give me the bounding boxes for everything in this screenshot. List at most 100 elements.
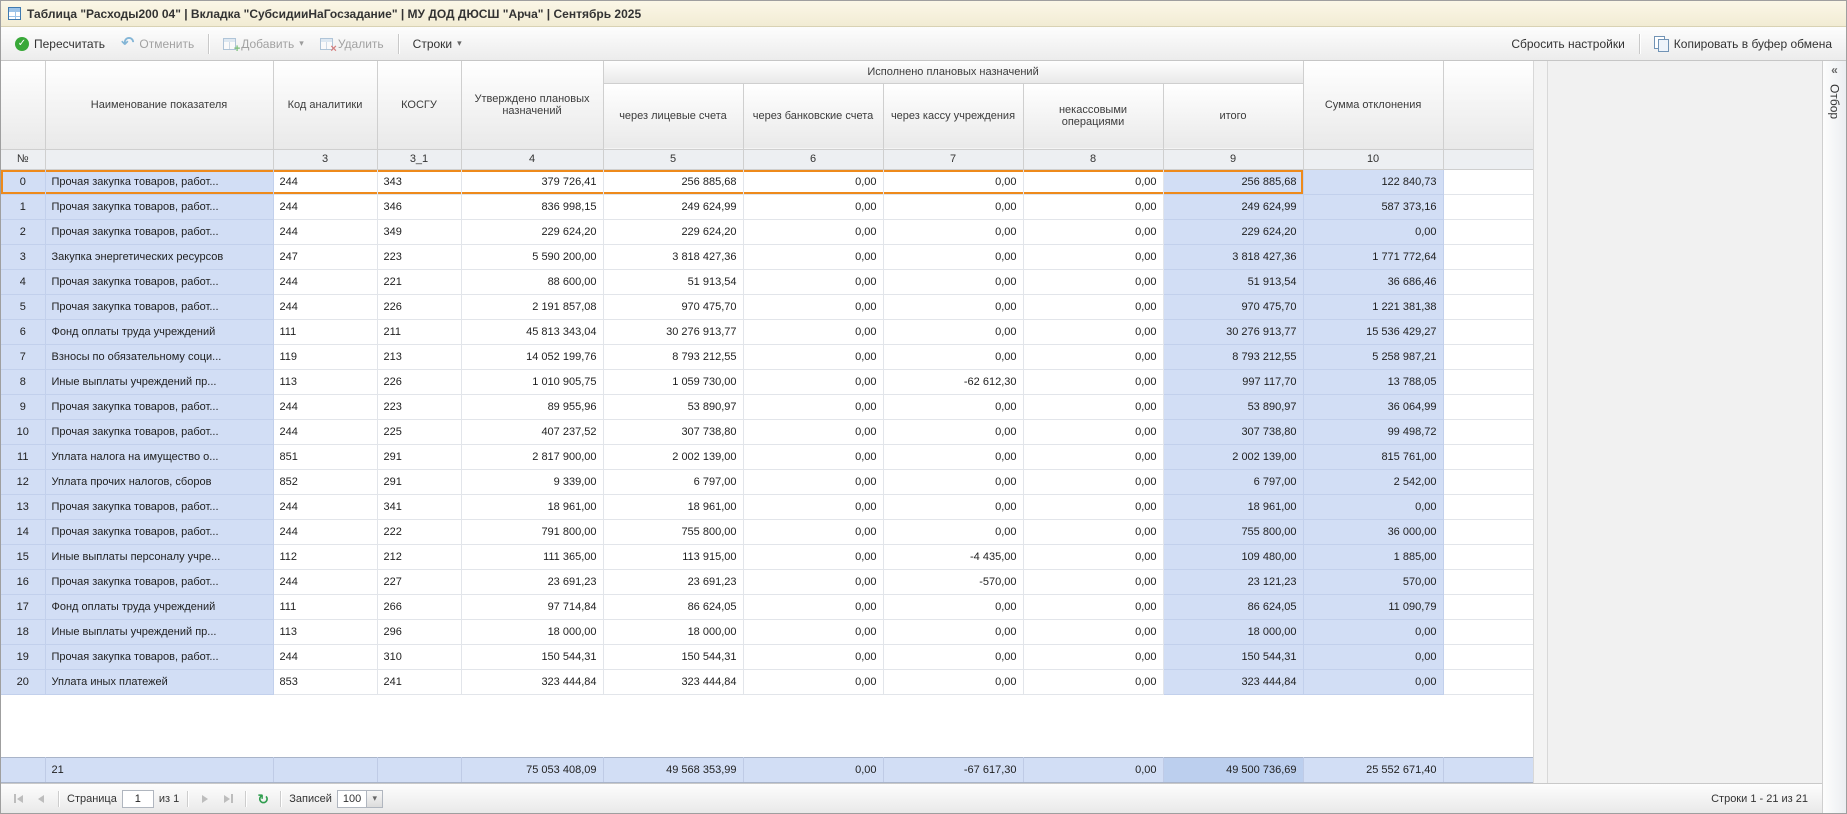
cell-analytics-code[interactable]: 111: [273, 320, 377, 345]
cell-non-cash[interactable]: 0,00: [1023, 620, 1163, 645]
cell-approved[interactable]: 23 691,23: [461, 570, 603, 595]
cell-kosgu[interactable]: 341: [377, 495, 461, 520]
table-row[interactable]: 11Уплата налога на имущество о...8512912…: [1, 445, 1533, 470]
cell-cash-office[interactable]: 0,00: [883, 245, 1023, 270]
cell-kosgu[interactable]: 212: [377, 545, 461, 570]
cell-non-cash[interactable]: 0,00: [1023, 545, 1163, 570]
cell-deviation[interactable]: 36 000,00: [1303, 520, 1443, 545]
cell-bank-accounts[interactable]: 0,00: [743, 295, 883, 320]
cell-analytics-code[interactable]: 244: [273, 270, 377, 295]
cell-personal-accounts[interactable]: 229 624,20: [603, 220, 743, 245]
cell-non-cash[interactable]: 0,00: [1023, 570, 1163, 595]
cell-non-cash[interactable]: 0,00: [1023, 245, 1163, 270]
cell-name[interactable]: Уплата налога на имущество о...: [45, 445, 273, 470]
cell-non-cash[interactable]: 0,00: [1023, 170, 1163, 195]
cell-deviation[interactable]: 0,00: [1303, 220, 1443, 245]
cell-rownum[interactable]: 15: [1, 545, 45, 570]
cell-deviation[interactable]: 0,00: [1303, 620, 1443, 645]
cell-name[interactable]: Фонд оплаты труда учреждений: [45, 595, 273, 620]
cell-approved[interactable]: 2 191 857,08: [461, 295, 603, 320]
cell-bank-accounts[interactable]: 0,00: [743, 220, 883, 245]
cell-name[interactable]: Уплата прочих налогов, сборов: [45, 470, 273, 495]
cell-name[interactable]: Прочая закупка товаров, работ...: [45, 295, 273, 320]
cell-approved[interactable]: 1 010 905,75: [461, 370, 603, 395]
table-row[interactable]: 7Взносы по обязательному соци...11921314…: [1, 345, 1533, 370]
cell-rownum[interactable]: 11: [1, 445, 45, 470]
cell-analytics-code[interactable]: 244: [273, 520, 377, 545]
table-row[interactable]: 18Иные выплаты учреждений пр...11329618 …: [1, 620, 1533, 645]
cell-approved[interactable]: 323 444,84: [461, 670, 603, 695]
cell-name[interactable]: Иные выплаты учреждений пр...: [45, 370, 273, 395]
cell-kosgu[interactable]: 343: [377, 170, 461, 195]
cell-total[interactable]: 30 276 913,77: [1163, 320, 1303, 345]
cell-approved[interactable]: 5 590 200,00: [461, 245, 603, 270]
table-row[interactable]: 6Фонд оплаты труда учреждений11121145 81…: [1, 320, 1533, 345]
rows-menu-button[interactable]: Строки: [406, 33, 469, 55]
cell-bank-accounts[interactable]: 0,00: [743, 545, 883, 570]
cell-approved[interactable]: 2 817 900,00: [461, 445, 603, 470]
cell-bank-accounts[interactable]: 0,00: [743, 445, 883, 470]
cell-bank-accounts[interactable]: 0,00: [743, 195, 883, 220]
cell-bank-accounts[interactable]: 0,00: [743, 370, 883, 395]
cell-approved[interactable]: 407 237,52: [461, 420, 603, 445]
cell-deviation[interactable]: 0,00: [1303, 645, 1443, 670]
cell-personal-accounts[interactable]: 6 797,00: [603, 470, 743, 495]
cell-approved[interactable]: 111 365,00: [461, 545, 603, 570]
cell-deviation[interactable]: 5 258 987,21: [1303, 345, 1443, 370]
cell-bank-accounts[interactable]: 0,00: [743, 570, 883, 595]
cell-approved[interactable]: 45 813 343,04: [461, 320, 603, 345]
cell-analytics-code[interactable]: 244: [273, 645, 377, 670]
next-page-button[interactable]: [196, 790, 214, 808]
cell-total[interactable]: 51 913,54: [1163, 270, 1303, 295]
cell-rownum[interactable]: 13: [1, 495, 45, 520]
table-row[interactable]: 0Прочая закупка товаров, работ...2443433…: [1, 170, 1533, 195]
cell-rownum[interactable]: 8: [1, 370, 45, 395]
cell-total[interactable]: 150 544,31: [1163, 645, 1303, 670]
cell-non-cash[interactable]: 0,00: [1023, 220, 1163, 245]
cell-deviation[interactable]: 122 840,73: [1303, 170, 1443, 195]
cell-bank-accounts[interactable]: 0,00: [743, 395, 883, 420]
cell-bank-accounts[interactable]: 0,00: [743, 495, 883, 520]
cell-kosgu[interactable]: 291: [377, 445, 461, 470]
recalculate-button[interactable]: Пересчитать: [8, 33, 112, 55]
cell-rownum[interactable]: 0: [1, 170, 45, 195]
cell-name[interactable]: Иные выплаты персоналу учре...: [45, 545, 273, 570]
cell-total[interactable]: 2 002 139,00: [1163, 445, 1303, 470]
cell-non-cash[interactable]: 0,00: [1023, 670, 1163, 695]
cell-deviation[interactable]: 2 542,00: [1303, 470, 1443, 495]
cell-total[interactable]: 53 890,97: [1163, 395, 1303, 420]
cell-approved[interactable]: 379 726,41: [461, 170, 603, 195]
cell-kosgu[interactable]: 226: [377, 295, 461, 320]
cell-name[interactable]: Взносы по обязательному соци...: [45, 345, 273, 370]
cell-cash-office[interactable]: 0,00: [883, 620, 1023, 645]
cell-total[interactable]: 6 797,00: [1163, 470, 1303, 495]
col-header-analytics-code[interactable]: Код аналитики: [273, 61, 377, 149]
first-page-button[interactable]: [9, 790, 27, 808]
cell-total[interactable]: 8 793 212,55: [1163, 345, 1303, 370]
grid-body-scroll-area[interactable]: 0Прочая закупка товаров, работ...2443433…: [1, 170, 1533, 758]
cell-name[interactable]: Прочая закупка товаров, работ...: [45, 270, 273, 295]
cell-rownum[interactable]: 14: [1, 520, 45, 545]
col-header-kosgu[interactable]: КОСГУ: [377, 61, 461, 149]
cell-approved[interactable]: 791 800,00: [461, 520, 603, 545]
col-header-name[interactable]: Наименование показателя: [45, 61, 273, 149]
col-header-rownum[interactable]: [1, 61, 45, 149]
cell-analytics-code[interactable]: 111: [273, 595, 377, 620]
cell-bank-accounts[interactable]: 0,00: [743, 520, 883, 545]
table-row[interactable]: 1Прочая закупка товаров, работ...2443468…: [1, 195, 1533, 220]
cell-cash-office[interactable]: 0,00: [883, 345, 1023, 370]
cell-personal-accounts[interactable]: 249 624,99: [603, 195, 743, 220]
cell-name[interactable]: Иные выплаты учреждений пр...: [45, 620, 273, 645]
cell-total[interactable]: 23 121,23: [1163, 570, 1303, 595]
cell-analytics-code[interactable]: 112: [273, 545, 377, 570]
cell-rownum[interactable]: 17: [1, 595, 45, 620]
col-header-total[interactable]: итого: [1163, 83, 1303, 149]
col-header-personal-accounts[interactable]: через лицевые счета: [603, 83, 743, 149]
table-row[interactable]: 10Прочая закупка товаров, работ...244225…: [1, 420, 1533, 445]
cell-cash-office[interactable]: 0,00: [883, 470, 1023, 495]
cell-cash-office[interactable]: 0,00: [883, 445, 1023, 470]
cell-deviation[interactable]: 1 221 381,38: [1303, 295, 1443, 320]
cell-personal-accounts[interactable]: 51 913,54: [603, 270, 743, 295]
table-row[interactable]: 17Фонд оплаты труда учреждений11126697 7…: [1, 595, 1533, 620]
cell-deviation[interactable]: 0,00: [1303, 495, 1443, 520]
